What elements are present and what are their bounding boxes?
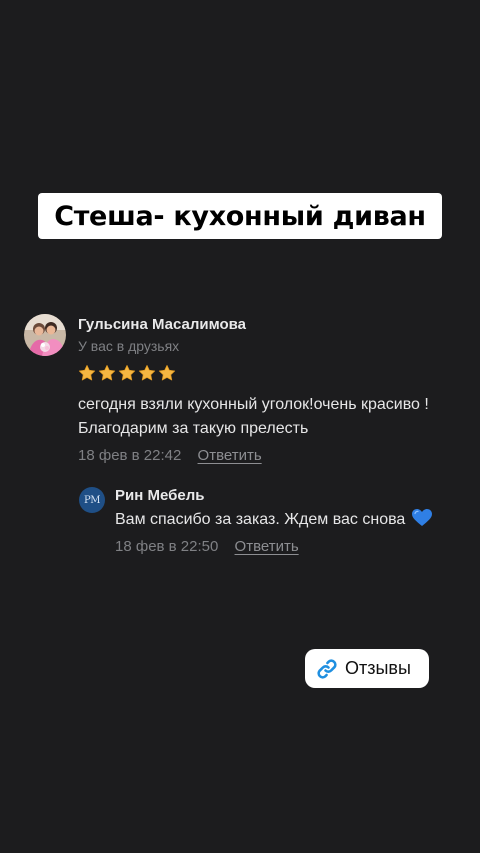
star-icon (158, 364, 176, 381)
shop-reply-message: Вам спасибо за заказ. Ждем вас снова (115, 511, 406, 528)
reviews-link-sticker[interactable]: Отзывы (305, 649, 429, 688)
reviews-sticker-label: Отзывы (345, 658, 411, 678)
link-icon (317, 658, 337, 679)
review-author[interactable]: Гульсина Масалимова (78, 315, 458, 335)
blue-heart-icon (411, 509, 432, 535)
shop-reply-button[interactable]: Ответить (235, 538, 299, 555)
shop-reply-meta: 18 фев в 22:50 Ответить (115, 537, 435, 557)
star-icon (118, 364, 136, 381)
star-icon (138, 364, 156, 381)
rating-stars (78, 362, 458, 384)
review-meta: 18 фев в 22:42 Ответить (78, 446, 458, 466)
shop-logo-initials: PM (84, 494, 100, 506)
title-banner: Стеша- кухонный диван (38, 193, 442, 239)
review-date: 18 фев в 22:42 (78, 447, 182, 464)
avatar[interactable] (24, 314, 66, 356)
star-icon (78, 364, 96, 381)
shop-reply-text: Вам спасибо за заказ. Ждем вас снова (115, 508, 435, 535)
reply-button[interactable]: Ответить (198, 447, 262, 464)
page-title: Стеша- кухонный диван (54, 200, 426, 232)
friend-status: У вас в друзьях (78, 338, 180, 354)
shop-author[interactable]: Рин Мебель (115, 486, 435, 506)
user-photo-icon (24, 314, 66, 356)
review-text: сегодня взяли кухонный уголок!очень крас… (78, 396, 429, 437)
star-icon (98, 364, 116, 381)
shop-avatar[interactable]: PM (79, 487, 105, 513)
shop-reply-date: 18 фев в 22:50 (115, 538, 219, 555)
